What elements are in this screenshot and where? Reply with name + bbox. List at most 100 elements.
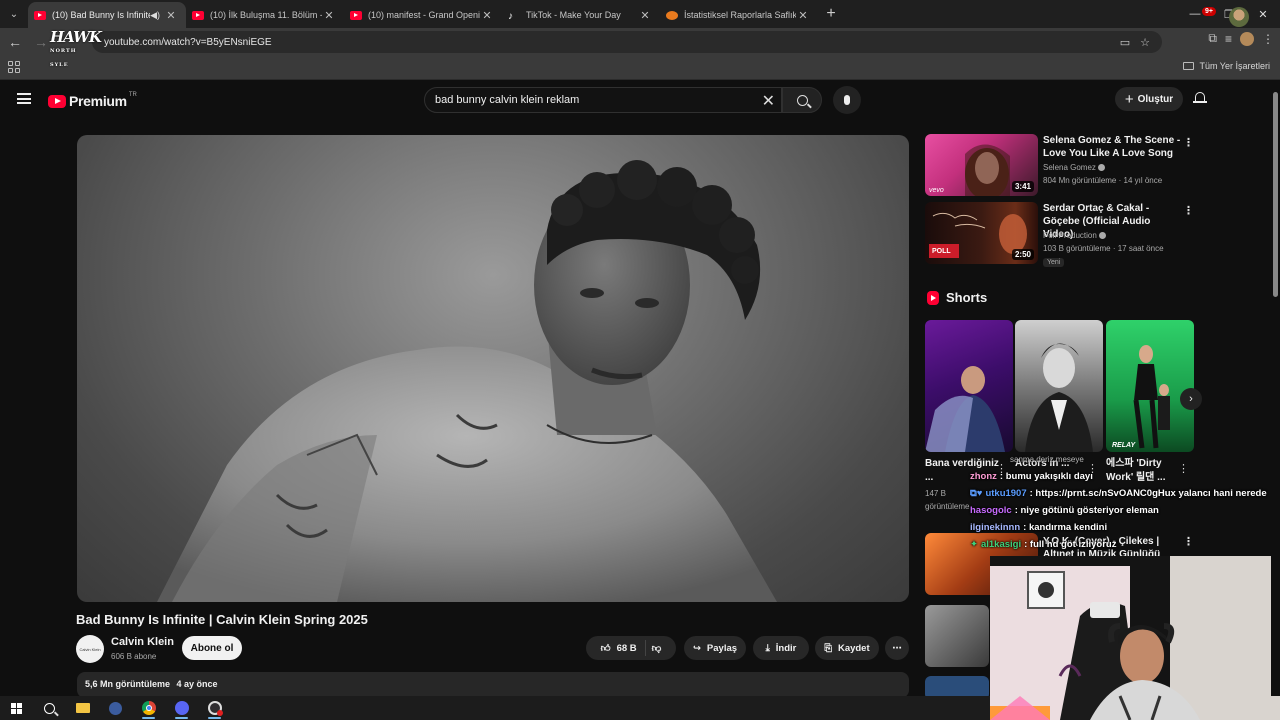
obs-button[interactable] (198, 696, 231, 720)
back-button[interactable]: ← (4, 31, 26, 53)
video-player[interactable] (77, 135, 909, 602)
shorts-icon (927, 290, 939, 305)
menu-icon[interactable] (17, 93, 31, 104)
upload-age: 4 ay önce (176, 679, 218, 689)
search-icon (44, 702, 55, 714)
shorts-next-button[interactable]: › (1180, 388, 1202, 410)
speaker-icon[interactable]: ◀) (150, 10, 160, 21)
tab-title: (10) Bad Bunny Is Infinite | C (52, 10, 150, 20)
close-icon[interactable]: ✕ (322, 9, 336, 22)
profile-avatar[interactable] (1240, 31, 1254, 46)
search-input[interactable]: bad bunny calvin klein reklam ✕ (424, 87, 782, 113)
channel-avatar[interactable]: Calvin Klein (76, 635, 104, 663)
close-icon[interactable]: ✕ (480, 9, 494, 22)
short-thumbnail[interactable] (1015, 320, 1103, 452)
close-icon[interactable]: ✕ (638, 9, 652, 22)
channel-name[interactable]: Calvin Klein (111, 636, 174, 648)
stream-logo: HAWK NORTH SYLE (50, 30, 102, 69)
start-button[interactable] (0, 696, 33, 720)
subscribe-button[interactable]: Abone ol (182, 636, 242, 660)
clear-search-icon[interactable]: ✕ (762, 91, 775, 111)
recommendation-card[interactable]: POLL 2:50 Serdar Ortaç & Cakal - Göçebe … (925, 202, 1205, 267)
browser-menu-icon[interactable]: ⋮ (1262, 32, 1274, 46)
scrollbar-thumb[interactable] (1273, 92, 1278, 297)
recommendation-card[interactable]: vevo 3:41 Selena Gomez & The Scene - Lov… (925, 134, 1205, 198)
tab-2[interactable]: (10) manifest - Grand Opening ✕ (344, 2, 502, 28)
bookmark-star-icon[interactable]: ☆ (1140, 36, 1150, 49)
chrome-button[interactable] (132, 696, 165, 720)
short-art (925, 366, 1005, 452)
more-vertical-icon[interactable]: ⋮ (1183, 136, 1194, 149)
tab-title: İstatistiksel Raporlarla Saflık Tes (684, 10, 796, 20)
chat-message: ✦ al1kasigi: full hd göt izliyoruz (970, 536, 1280, 553)
like-dislike-group: 👍︎ 68 B 👎︎ (586, 636, 676, 660)
youtube-logo[interactable]: Premium TR (48, 92, 137, 109)
verified-icon (1098, 232, 1106, 240)
plus-icon: + (1124, 90, 1134, 108)
new-tab-button[interactable]: + (818, 5, 844, 23)
like-button[interactable]: 👍︎ 68 B (601, 640, 646, 656)
download-label: İndir (775, 642, 797, 654)
voice-search-button[interactable] (833, 86, 861, 114)
address-bar[interactable]: youtube.com/watch?v=B5yENsniEGE ▭ ☆ (92, 31, 1162, 53)
tab-3[interactable]: ♪ TikTok - Make Your Day ✕ (502, 2, 660, 28)
short-views-unit: görüntüleme (925, 502, 970, 511)
search-button[interactable] (782, 87, 822, 113)
close-icon[interactable]: ✕ (796, 9, 810, 22)
tab-search-button[interactable]: ⌄ (0, 0, 28, 28)
shorts-label: Shorts (946, 290, 988, 305)
extensions-icon[interactable]: ⧉ (1208, 31, 1217, 46)
verified-icon (1097, 164, 1105, 172)
share-icon: ↪ (692, 642, 701, 654)
channel-text: Selena Gomez (1043, 163, 1096, 172)
more-actions-button[interactable]: ⋯ (885, 636, 909, 660)
subscriber-count: 606 B abone (111, 652, 157, 661)
tab-4[interactable]: İstatistiksel Raporlarla Saflık Tes ✕ (660, 2, 818, 28)
chat-background-text: sanma deriz meseye (1010, 455, 1084, 464)
bookmarks-bar: Tüm Yer İşaretleri (0, 56, 1280, 80)
notification-badge: 9+ (1202, 7, 1216, 16)
vevo-label: vevo (929, 187, 944, 194)
apps-grid-icon[interactable] (8, 61, 20, 73)
media-control-icon[interactable]: ≡ (1225, 32, 1232, 46)
video-thumbnail[interactable]: POLL 2:50 (925, 202, 1038, 264)
tab-1[interactable]: (10) İlk Buluşma 11. Bölüm - Yo ✕ (186, 2, 344, 28)
browser-toolbar: ← → youtube.com/watch?v=B5yENsniEGE ▭ ☆ … (0, 28, 1280, 56)
relay-label: RELAY (1112, 442, 1136, 449)
download-button[interactable]: ⤓ İndir (753, 636, 809, 660)
close-icon[interactable]: ✕ (164, 9, 178, 22)
file-explorer-button[interactable] (66, 696, 99, 720)
all-bookmarks-button[interactable]: Tüm Yer İşaretleri (1183, 61, 1270, 71)
discord-button[interactable] (165, 696, 198, 720)
create-label: Oluştur (1137, 93, 1174, 105)
video-thumbnail[interactable]: vevo 3:41 (925, 134, 1038, 196)
recommendation-title: Selena Gomez & The Scene - Love You Like… (1043, 135, 1181, 159)
chat-text: : bumu yakışıklı dayı (999, 471, 1093, 482)
short-thumbnail[interactable]: RELAY (1106, 320, 1194, 452)
tab-0[interactable]: (10) Bad Bunny Is Infinite | C ◀) ✕ (28, 2, 186, 28)
close-window-button[interactable]: ✕ (1246, 0, 1280, 28)
save-button[interactable]: ⎘ Kaydet (815, 636, 879, 660)
short-thumbnail[interactable] (925, 320, 1013, 452)
short-views: 147 B (925, 489, 946, 498)
tiktok-icon: ♪ (508, 10, 513, 22)
forward-button[interactable]: → (30, 31, 52, 53)
more-vertical-icon[interactable]: ⋮ (1183, 204, 1194, 217)
video-thumbnail[interactable] (925, 605, 989, 667)
stats-icon (666, 10, 678, 20)
view-count: 5,6 Mn görüntüleme (85, 679, 171, 689)
dislike-button[interactable]: 👎︎ (652, 642, 662, 654)
taskbar (0, 696, 990, 720)
share-button[interactable]: ↪ Paylaş (684, 636, 746, 660)
taskbar-search-button[interactable] (33, 696, 66, 720)
notifications-bell-icon[interactable] (1193, 90, 1207, 106)
stream-chat: zhonz: bumu yakışıklı dayı ⧉♥ utku1907: h… (970, 468, 1280, 553)
steam-button[interactable] (99, 696, 132, 720)
description-box[interactable]: 5,6 Mn görüntüleme 4 ay önce (77, 672, 909, 698)
cast-icon[interactable]: ▭ (1120, 36, 1130, 49)
webcam-feed (990, 556, 1280, 720)
account-avatar[interactable] (1229, 7, 1249, 27)
tab-strip: ⌄ (10) Bad Bunny Is Infinite | C ◀) ✕ (1… (0, 0, 1280, 28)
chat-text: : full hd göt izliyoruz (1024, 539, 1117, 550)
create-button[interactable]: + Oluştur (1115, 87, 1183, 111)
